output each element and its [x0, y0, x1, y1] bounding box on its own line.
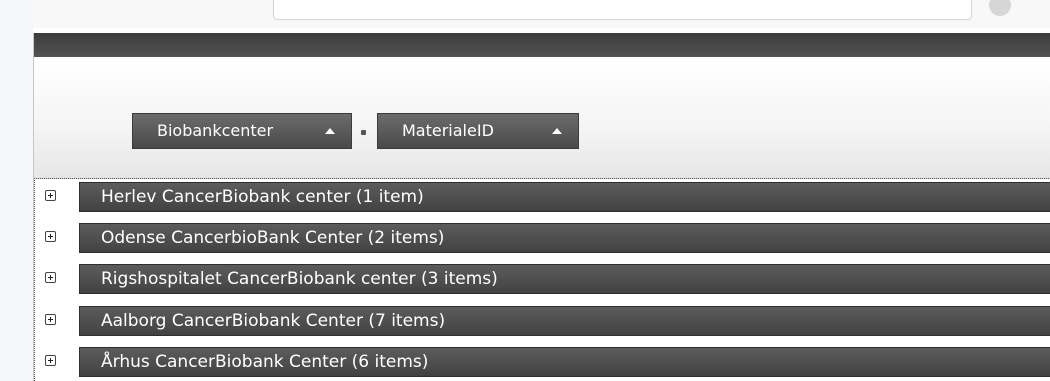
- group-row-herlev[interactable]: Herlev CancerBiobank center (1 item): [35, 179, 1050, 212]
- expand-plus-icon[interactable]: [45, 231, 56, 242]
- group-chip-label: Biobankcenter: [157, 121, 274, 140]
- left-margin: [0, 0, 33, 381]
- chip-connector: [361, 130, 366, 135]
- expand-plus-icon[interactable]: [45, 314, 56, 325]
- group-row-aalborg[interactable]: Aalborg CancerBiobank Center (7 items): [35, 303, 1050, 336]
- top-toolbar: [33, 0, 1050, 28]
- group-header[interactable]: Rigshospitalet CancerBiobank center (3 i…: [79, 264, 1050, 294]
- group-row-aarhus[interactable]: Århus CancerBiobank Center (6 items): [35, 344, 1050, 377]
- sort-ascending-icon[interactable]: [325, 128, 335, 134]
- group-chip-materialeid[interactable]: MaterialeID: [377, 113, 579, 149]
- group-row-odense[interactable]: Odense CancerbioBank Center (2 items): [35, 220, 1050, 253]
- data-grid: Biobankcenter MaterialeID Herlev CancerB…: [33, 33, 1050, 381]
- group-header[interactable]: Århus CancerBiobank Center (6 items): [79, 347, 1050, 377]
- expand-plus-icon[interactable]: [45, 272, 56, 283]
- search-icon[interactable]: [989, 0, 1011, 16]
- group-row-rigshospitalet[interactable]: Rigshospitalet CancerBiobank center (3 i…: [35, 261, 1050, 294]
- grid-header-bar: [34, 33, 1050, 57]
- expand-plus-icon[interactable]: [45, 355, 56, 366]
- group-rows: Herlev CancerBiobank center (1 item) Ode…: [34, 178, 1050, 381]
- group-header[interactable]: Herlev CancerBiobank center (1 item): [79, 182, 1050, 212]
- expand-plus-icon[interactable]: [45, 190, 56, 201]
- sort-ascending-icon[interactable]: [552, 128, 562, 134]
- group-header[interactable]: Aalborg CancerBiobank Center (7 items): [79, 306, 1050, 336]
- group-by-panel: Biobankcenter MaterialeID: [34, 57, 1050, 179]
- group-header[interactable]: Odense CancerbioBank Center (2 items): [79, 223, 1050, 253]
- group-chip-biobankcenter[interactable]: Biobankcenter: [132, 113, 352, 149]
- search-input[interactable]: [273, 0, 972, 20]
- app-window: Biobankcenter MaterialeID Herlev CancerB…: [0, 0, 1050, 381]
- group-chip-label: MaterialeID: [402, 121, 494, 140]
